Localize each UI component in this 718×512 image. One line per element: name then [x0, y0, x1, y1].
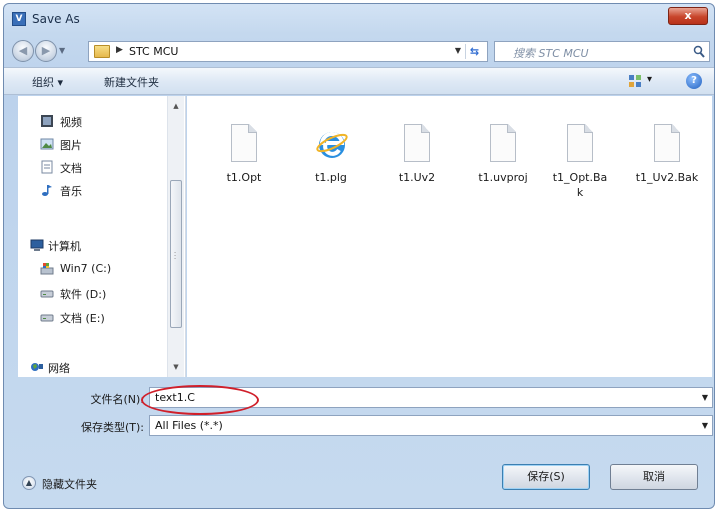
navigation-pane: 视频 图片 文档 音乐 计算机 Win7 (C:) 软件 (D:) 文档 (E:… [18, 96, 186, 377]
file-list: t1.Opt t1.plg t1.Uv2 t1.uvproj t1_Opt.Ba… [187, 96, 712, 377]
title-bar: V Save As x [4, 4, 714, 34]
cancel-button[interactable]: 取消 [610, 464, 698, 490]
nav-item-pictures[interactable]: 图片 [18, 135, 168, 155]
save-button[interactable]: 保存(S) [502, 464, 590, 490]
address-row: ◀ ▶ ▼ ▶ STC MCU ▼ ⇆ 搜索 STC MCU [4, 37, 714, 65]
address-dropdown-icon[interactable]: ▼ [455, 46, 461, 55]
video-icon [41, 115, 53, 127]
nav-label: 计算机 [48, 240, 81, 253]
organize-menu[interactable]: 组织 ▾ [32, 74, 63, 90]
file-icon [652, 124, 682, 164]
ie-file-icon [316, 124, 348, 164]
save-as-dialog: V Save As x ◀ ▶ ▼ ▶ STC MCU ▼ ⇆ 搜索 STC M… [3, 3, 715, 509]
file-item[interactable]: t1.uvproj [464, 124, 542, 185]
new-folder-button[interactable]: 新建文件夹 [104, 74, 159, 90]
app-icon: V [12, 12, 26, 26]
file-name: t1.plg [315, 171, 347, 184]
computer-icon [30, 239, 44, 251]
view-icon [629, 75, 641, 87]
search-input[interactable]: 搜索 STC MCU [494, 41, 710, 62]
collapse-icon[interactable]: ▲ [22, 476, 36, 490]
nav-item-music[interactable]: 音乐 [18, 181, 168, 201]
breadcrumb-current[interactable]: STC MCU [129, 45, 178, 58]
search-placeholder: 搜索 STC MCU [513, 47, 589, 60]
music-icon [42, 185, 52, 196]
red-highlight-circle [141, 385, 259, 415]
file-item[interactable]: t1_Uv2.Bak [635, 124, 699, 185]
network-icon [31, 363, 43, 371]
nav-item-drive-d[interactable]: 软件 (D:) [18, 284, 168, 304]
breadcrumb-arrow-icon[interactable]: ▶ [116, 45, 123, 55]
file-icon [565, 124, 595, 164]
address-bar[interactable]: ▶ STC MCU ▼ ⇆ [88, 41, 488, 62]
file-name: t1_Uv2.Bak [635, 171, 699, 184]
folder-icon [94, 45, 110, 58]
scroll-grip-icon: --- [174, 249, 177, 262]
filetype-value: All Files (*.*) [155, 419, 223, 432]
nav-label: 网络 [48, 362, 70, 375]
nav-item-drive-e[interactable]: 文档 (E:) [18, 308, 168, 328]
nav-label: Win7 (C:) [60, 262, 112, 275]
filetype-label: 保存类型(T): [80, 421, 144, 434]
file-item[interactable]: t1_Opt.Bak [550, 124, 610, 200]
document-icon [41, 160, 53, 174]
filename-label: 文件名(N): [90, 393, 144, 406]
file-item[interactable]: t1.Opt [205, 124, 283, 185]
chevron-down-icon[interactable]: ▼ [702, 421, 708, 430]
nav-label: 文档 [60, 162, 82, 175]
hide-folders-toggle[interactable]: 隐藏文件夹 [42, 476, 97, 492]
nav-item-video[interactable]: 视频 [18, 112, 168, 132]
forward-button[interactable]: ▶ [35, 40, 57, 62]
nav-item-network[interactable]: 网络 [18, 358, 168, 378]
window-title: Save As [32, 12, 80, 26]
recent-pages-dropdown[interactable]: ▼ [59, 46, 65, 55]
file-icon [488, 124, 518, 164]
system-drive-icon [40, 263, 54, 275]
drive-icon [40, 290, 54, 298]
scroll-up-arrow-icon[interactable]: ▲ [168, 98, 184, 114]
view-dropdown-icon[interactable]: ▾ [647, 74, 652, 85]
scroll-down-arrow-icon[interactable]: ▼ [168, 359, 184, 375]
nav-item-computer[interactable]: 计算机 [18, 236, 168, 256]
view-options-button[interactable]: ▾ [628, 74, 656, 88]
command-toolbar: 组织 ▾ 新建文件夹 ▾ ? [4, 67, 714, 95]
refresh-icon[interactable]: ⇆ [465, 44, 483, 59]
nav-label: 视频 [60, 116, 82, 129]
nav-label: 文档 (E:) [60, 312, 105, 325]
file-item[interactable]: t1.Uv2 [378, 124, 456, 185]
file-name: t1.Opt [226, 171, 262, 184]
file-icon [229, 124, 259, 164]
chevron-down-icon[interactable]: ▼ [702, 393, 708, 402]
file-icon [402, 124, 432, 164]
file-name: t1.Uv2 [398, 171, 436, 184]
file-name: t1.uvproj [478, 171, 528, 184]
nav-label: 音乐 [60, 185, 82, 198]
search-icon[interactable] [693, 45, 705, 58]
dialog-footer: ▲ 隐藏文件夹 保存(S) 取消 [4, 452, 714, 508]
file-name: t1_Opt.Bak [552, 171, 608, 199]
filename-row: 文件名(N): text1.C ▼ [4, 386, 714, 410]
filetype-row: 保存类型(T): All Files (*.*) ▼ [4, 414, 714, 438]
file-item[interactable]: t1.plg [292, 124, 370, 185]
nav-label: 图片 [60, 139, 82, 152]
scroll-thumb[interactable]: --- [170, 180, 182, 328]
filetype-select[interactable]: All Files (*.*) ▼ [149, 415, 713, 436]
nav-item-drive-c[interactable]: Win7 (C:) [18, 260, 168, 280]
help-icon[interactable]: ? [686, 73, 702, 89]
picture-icon [40, 138, 54, 150]
nav-item-documents[interactable]: 文档 [18, 158, 168, 178]
close-button[interactable]: x [668, 7, 708, 25]
drive-icon [40, 314, 54, 322]
back-button[interactable]: ◀ [12, 40, 34, 62]
nav-label: 软件 (D:) [60, 288, 107, 301]
nav-scrollbar[interactable]: ▲ --- ▼ [167, 96, 184, 377]
